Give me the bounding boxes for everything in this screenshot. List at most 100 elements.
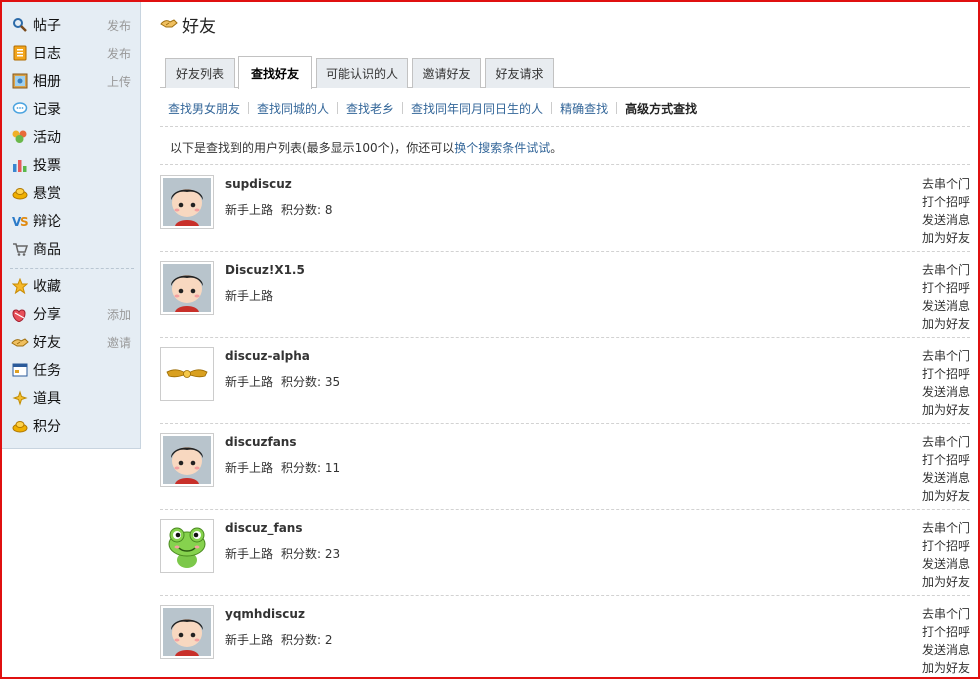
username-link[interactable]: Discuz!X1.5 [225, 263, 305, 277]
sidebar-item-album[interactable]: 相册 上传 [2, 67, 141, 95]
sidebar-item-label: 悬赏 [33, 186, 61, 202]
add-friend-link[interactable]: 加为好友 [922, 229, 970, 247]
user-level: 新手上路 [225, 375, 274, 389]
user-row: discuz_fans 新手上路 积分数: 23 去串个门 打个招呼 发送消息 加为好友 [160, 511, 970, 597]
subnav-find-hometown[interactable]: 查找老乡 [338, 100, 402, 117]
add-friend-link[interactable]: 加为好友 [922, 401, 970, 419]
notice-suffix: 。 [550, 141, 563, 155]
add-friend-link[interactable]: 加为好友 [922, 573, 970, 591]
subnav-find-same-city[interactable]: 查找同城的人 [249, 100, 337, 117]
sidebar-item-magic[interactable]: 道具 [2, 384, 141, 412]
sidebar-item-activity[interactable]: 活动 [2, 123, 141, 151]
tab-find-friends[interactable]: 查找好友 [238, 56, 312, 89]
user-credits: 积分数: 23 [281, 547, 341, 561]
user-meta: 新手上路 积分数: 8 [225, 201, 333, 218]
change-search-link[interactable]: 换个搜索条件试试 [454, 141, 550, 155]
sidebar-item-share[interactable]: 分享 添加 [2, 300, 141, 328]
subnav-exact-search[interactable]: 精确查找 [552, 100, 616, 117]
album-icon [11, 72, 29, 90]
visit-link[interactable]: 去串个门 [922, 433, 970, 451]
visit-link[interactable]: 去串个门 [922, 261, 970, 279]
sidebar-item-record[interactable]: 记录 [2, 95, 141, 123]
search-subnav: 查找男女朋友 查找同城的人 查找老乡 查找同年同月同日生的人 精确查找 高级方式… [160, 98, 705, 118]
avatar[interactable] [160, 433, 214, 487]
sidebar-item-label: 帖子 [33, 18, 61, 34]
user-level: 新手上路 [225, 461, 274, 475]
sidebar-item-label: 投票 [33, 158, 61, 174]
user-meta: 新手上路 积分数: 35 [225, 373, 340, 390]
avatar[interactable] [160, 605, 214, 659]
subnav-find-same-birthday[interactable]: 查找同年同月同日生的人 [403, 100, 551, 117]
sidebar-item-action[interactable]: 发布 [107, 17, 131, 34]
divider [160, 251, 970, 252]
friends-icon [11, 333, 29, 351]
send-message-link[interactable]: 发送消息 [922, 297, 970, 315]
task-icon [11, 361, 29, 379]
send-message-link[interactable]: 发送消息 [922, 383, 970, 401]
username-link[interactable]: supdiscuz [225, 177, 292, 191]
visit-link[interactable]: 去串个门 [922, 175, 970, 193]
username-link[interactable]: discuzfans [225, 435, 297, 449]
send-message-link[interactable]: 发送消息 [922, 641, 970, 659]
sidebar-item-credits[interactable]: 积分 [2, 412, 141, 440]
send-message-link[interactable]: 发送消息 [922, 469, 970, 487]
avatar[interactable] [160, 519, 214, 573]
visit-link[interactable]: 去串个门 [922, 605, 970, 623]
user-row: discuzfans 新手上路 积分数: 11 去串个门 打个招呼 发送消息 加为好友 [160, 425, 970, 511]
send-message-link[interactable]: 发送消息 [922, 555, 970, 573]
result-notice: 以下是查找到的用户列表(最多显示100个)，你还可以换个搜索条件试试。 [170, 139, 562, 156]
sidebar-item-label: 道具 [33, 391, 61, 407]
notice-text: 以下是查找到的用户列表(最多显示100个)，你还可以 [170, 141, 455, 155]
sidebar-item-blog[interactable]: 日志 发布 [2, 39, 141, 67]
sidebar-item-reward[interactable]: 悬赏 [2, 179, 141, 207]
sidebar-item-poll[interactable]: 投票 [2, 151, 141, 179]
user-meta: 新手上路 积分数: 11 [225, 459, 340, 476]
username-link[interactable]: discuz_fans [225, 521, 303, 535]
sidebar-item-action[interactable]: 邀请 [107, 334, 131, 351]
visit-link[interactable]: 去串个门 [922, 519, 970, 537]
tab-friend-requests[interactable]: 好友请求 [485, 58, 554, 88]
add-friend-link[interactable]: 加为好友 [922, 487, 970, 505]
sidebar-item-action[interactable]: 添加 [107, 306, 131, 323]
sidebar-item-label: 记录 [33, 102, 61, 118]
greet-link[interactable]: 打个招呼 [922, 279, 970, 297]
sidebar-item-tasks[interactable]: 任务 [2, 356, 141, 384]
visit-link[interactable]: 去串个门 [922, 347, 970, 365]
sidebar: 帖子 发布 日志 发布 相册 上传 记录 活动 投票 悬赏 VS 辩论 商品 收… [2, 2, 141, 449]
greet-link[interactable]: 打个招呼 [922, 623, 970, 641]
debate-icon: VS [11, 212, 29, 230]
avatar[interactable] [160, 175, 214, 229]
sidebar-item-posts[interactable]: 帖子 发布 [2, 11, 141, 39]
send-message-link[interactable]: 发送消息 [922, 211, 970, 229]
avatar[interactable] [160, 347, 214, 401]
tab-friend-list[interactable]: 好友列表 [165, 58, 235, 88]
greet-link[interactable]: 打个招呼 [922, 537, 970, 555]
add-friend-link[interactable]: 加为好友 [922, 315, 970, 333]
activity-icon [11, 128, 29, 146]
divider [160, 164, 970, 165]
sidebar-item-goods[interactable]: 商品 [2, 235, 141, 263]
greet-link[interactable]: 打个招呼 [922, 193, 970, 211]
subnav-find-dating[interactable]: 查找男女朋友 [160, 100, 248, 117]
tab-invite-friends[interactable]: 邀请好友 [412, 58, 481, 88]
sidebar-item-favorites[interactable]: 收藏 [2, 272, 141, 300]
username-link[interactable]: yqmhdiscuz [225, 607, 305, 621]
sidebar-item-action[interactable]: 发布 [107, 45, 131, 62]
subnav-advanced-search[interactable]: 高级方式查找 [617, 100, 705, 117]
sidebar-item-action[interactable]: 上传 [107, 73, 131, 90]
sidebar-item-friends[interactable]: 好友 邀请 [2, 328, 141, 356]
sidebar-item-label: 好友 [33, 335, 61, 351]
sidebar-item-debate[interactable]: VS 辩论 [2, 207, 141, 235]
tab-bar: 好友列表 查找好友 可能认识的人 邀请好友 好友请求 [160, 56, 970, 89]
greet-link[interactable]: 打个招呼 [922, 365, 970, 383]
user-credits: 积分数: 2 [281, 633, 333, 647]
user-meta: 新手上路 积分数: 2 [225, 631, 333, 648]
greet-link[interactable]: 打个招呼 [922, 451, 970, 469]
tab-people-you-may-know[interactable]: 可能认识的人 [316, 58, 408, 88]
user-credits: 积分数: 35 [281, 375, 341, 389]
divider [160, 337, 970, 338]
add-friend-link[interactable]: 加为好友 [922, 659, 970, 677]
avatar[interactable] [160, 261, 214, 315]
username-link[interactable]: discuz-alpha [225, 349, 310, 363]
divider [160, 595, 970, 596]
